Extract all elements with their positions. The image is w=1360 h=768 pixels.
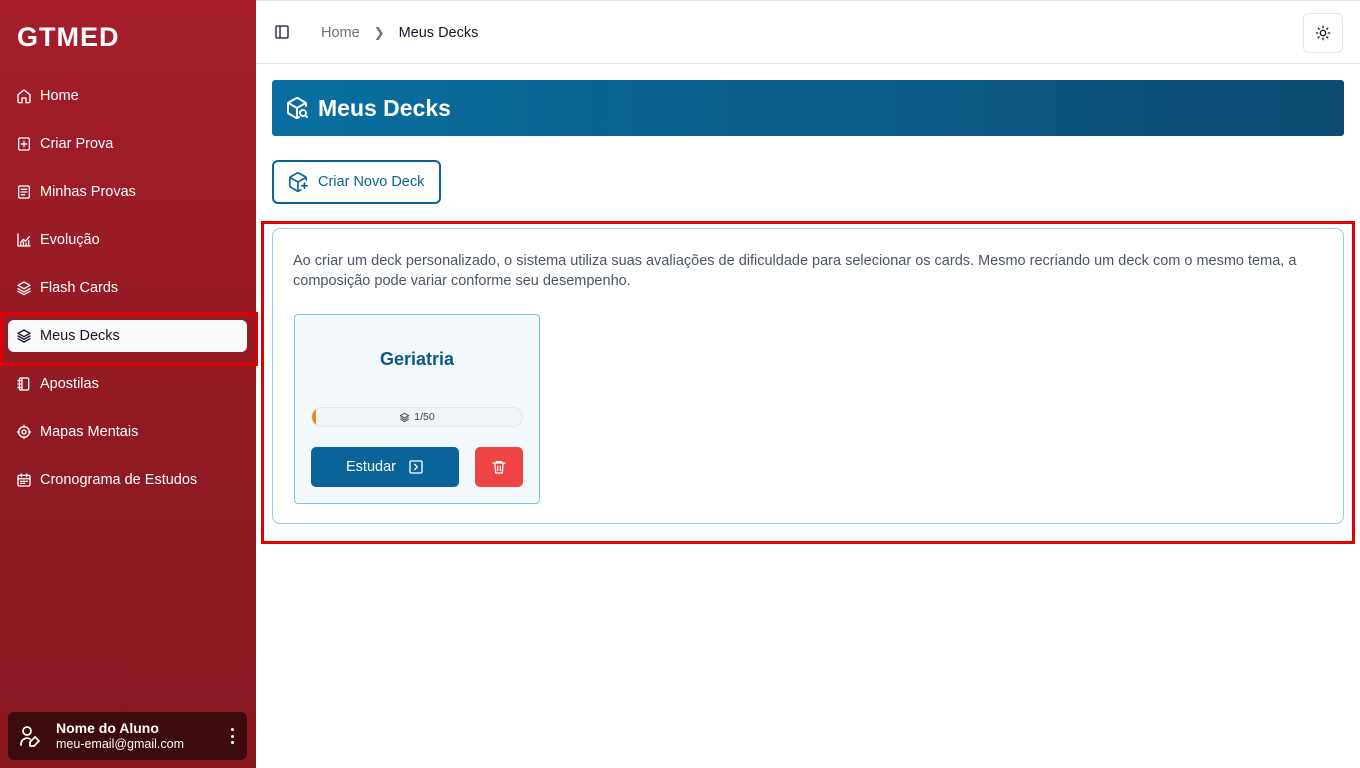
- decks-info-text: Ao criar um deck personalizado, o sistem…: [293, 253, 1297, 289]
- chart-icon: [16, 232, 32, 248]
- sidebar-item-meus-decks[interactable]: Meus Decks: [0, 312, 258, 366]
- study-button[interactable]: Estudar: [311, 447, 459, 487]
- deck-progress-text: 1/50: [414, 411, 435, 423]
- notebook-icon: [16, 376, 32, 392]
- sidebar-item-flash-cards[interactable]: Flash Cards: [8, 272, 247, 304]
- sidebar-item-home[interactable]: Home: [8, 80, 247, 112]
- top-header: Home ❯ Meus Decks: [256, 0, 1360, 64]
- sidebar-item-label: Mapas Mentais: [40, 424, 139, 440]
- square-chevron-right-icon: [409, 460, 423, 474]
- home-icon: [16, 88, 32, 104]
- sun-icon: [1315, 25, 1331, 41]
- cog-icon: [16, 424, 32, 440]
- file-plus-icon: [16, 136, 32, 152]
- sidebar-nav: Home Criar Prova Minhas Provas Evolução …: [0, 80, 258, 512]
- sidebar-item-label: Flash Cards: [40, 280, 119, 296]
- new-deck-button[interactable]: Criar Novo Deck: [272, 160, 441, 204]
- sidebar-item-label: Minhas Provas: [40, 184, 136, 200]
- trash-icon: [492, 461, 506, 474]
- sidebar-item-evolucao[interactable]: Evolução: [8, 224, 247, 256]
- sidebar-item-label: Cronograma de Estudos: [40, 472, 198, 488]
- sidebar-item-criar-prova[interactable]: Criar Prova: [8, 128, 247, 160]
- package-search-icon: [285, 96, 309, 120]
- sidebar-item-mapas-mentais[interactable]: Mapas Mentais: [8, 416, 247, 448]
- sidebar-item-label: Meus Decks: [40, 328, 120, 344]
- sidebar-item-label: Home: [40, 88, 79, 104]
- breadcrumb-current: Meus Decks: [398, 25, 479, 41]
- layers-icon: [16, 280, 32, 296]
- chevron-right-icon: ❯: [373, 25, 385, 40]
- deck-progress-bar: 1/50: [311, 407, 523, 427]
- new-deck-label: Criar Novo Deck: [318, 174, 425, 190]
- app-logo[interactable]: GTMED: [17, 22, 120, 53]
- sidebar-item-label: Apostilas: [40, 376, 99, 392]
- user-pen-icon: [18, 724, 42, 748]
- sidebar-item-cronograma[interactable]: Cronograma de Estudos: [8, 464, 247, 496]
- decks-panel: Ao criar um deck personalizado, o sistem…: [272, 228, 1344, 524]
- layers-icon: [16, 328, 32, 344]
- theme-toggle-button[interactable]: [1303, 13, 1343, 53]
- user-email: meu-email@gmail.com: [56, 737, 184, 751]
- breadcrumb: Home ❯ Meus Decks: [321, 25, 478, 41]
- deck-card: Geriatria 1/50 Estudar: [294, 314, 540, 504]
- sidebar-item-label: Criar Prova: [40, 136, 114, 152]
- deck-title: Geriatria: [379, 349, 455, 369]
- more-vertical-icon[interactable]: [227, 728, 237, 744]
- delete-deck-button[interactable]: [475, 447, 523, 487]
- breadcrumb-home[interactable]: Home: [321, 25, 360, 41]
- sidebar-toggle-icon[interactable]: [274, 24, 292, 42]
- user-info: Nome do Aluno meu-email@gmail.com: [56, 720, 184, 752]
- sidebar-item-minhas-provas[interactable]: Minhas Provas: [8, 176, 247, 208]
- sidebar: GTMED Home Criar Prova Minhas Provas Evo…: [0, 0, 258, 768]
- page-banner: Meus Decks: [272, 80, 1344, 136]
- user-menu[interactable]: Nome do Aluno meu-email@gmail.com: [8, 712, 247, 760]
- deck-progress-label: 1/50: [312, 408, 522, 426]
- page-title: Meus Decks: [318, 94, 451, 121]
- calendar-icon: [16, 472, 32, 488]
- sidebar-item-label: Evolução: [40, 232, 100, 248]
- study-button-label: Estudar: [346, 459, 396, 475]
- layers-icon: [400, 412, 410, 422]
- sidebar-item-apostilas[interactable]: Apostilas: [8, 368, 247, 400]
- user-name: Nome do Aluno: [56, 720, 159, 736]
- file-text-icon: [16, 184, 32, 200]
- package-plus-icon: [288, 172, 308, 192]
